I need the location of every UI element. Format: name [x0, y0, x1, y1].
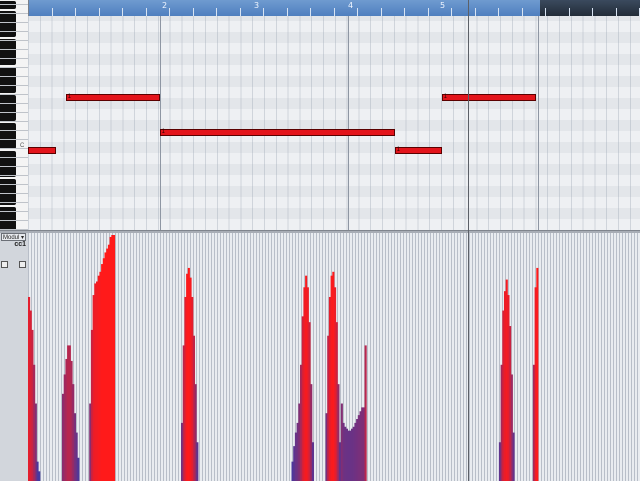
piano-key-separator — [0, 67, 28, 68]
bar-line — [348, 16, 349, 230]
ruler-tick — [263, 8, 264, 16]
controller-event[interactable] — [311, 442, 314, 481]
ruler-bar-number: 2 — [162, 1, 168, 10]
piano-key-separator — [0, 13, 28, 14]
controller-event[interactable] — [77, 457, 80, 481]
piano-key-separator — [0, 175, 28, 176]
piano-key-separator — [0, 76, 28, 77]
ruler-tick — [75, 8, 76, 16]
lane-button-icon[interactable] — [19, 261, 26, 268]
ruler-tick — [380, 8, 382, 16]
piano-key-separator — [0, 85, 28, 86]
piano-key-separator — [0, 202, 28, 203]
ruler-bar-number: 5 — [440, 1, 446, 10]
ruler-bar-number: 4 — [348, 1, 354, 10]
controller-event[interactable] — [364, 345, 367, 481]
piano-key-separator — [0, 184, 28, 185]
midi-note[interactable]: 1 — [441, 94, 536, 102]
ruler-tick — [615, 8, 617, 16]
controller-select[interactable]: Modul ▾ — [1, 233, 26, 241]
ruler-tick — [310, 8, 311, 16]
controller-lane-label: cc1 — [14, 241, 26, 248]
ruler-tick — [451, 8, 452, 16]
controller-event[interactable] — [536, 267, 539, 481]
key-editor: 2 3 4 5 C 1 1 1 1 Modul ▾ cc1 — [0, 0, 640, 481]
piano-black-key[interactable] — [0, 113, 16, 122]
ruler-tick — [51, 8, 53, 16]
bar-line — [538, 16, 539, 230]
piano-key-separator — [0, 193, 28, 194]
piano-key-separator — [0, 157, 28, 158]
ruler-tick — [169, 8, 170, 16]
piano-key-separator — [0, 130, 28, 131]
piano-black-key[interactable] — [0, 1, 16, 10]
ruler-tick — [498, 8, 499, 16]
piano-key-separator — [0, 40, 28, 41]
midi-note[interactable] — [28, 147, 57, 154]
piano-key-separator — [0, 121, 28, 122]
controller-event[interactable] — [512, 432, 515, 481]
ruler-end-region — [540, 0, 640, 16]
controller-lane-header: Modul ▾ cc1 — [0, 233, 29, 481]
controller-event[interactable] — [113, 235, 116, 481]
piano-key-separator — [0, 31, 28, 32]
piano-key-separator — [0, 220, 28, 221]
controller-curve — [28, 235, 539, 481]
ruler-tick — [286, 8, 288, 16]
ruler-tick — [239, 8, 241, 16]
ruler-tick — [145, 8, 147, 16]
ruler-tick — [333, 8, 335, 16]
note-velocity-label: 1 — [67, 94, 71, 101]
piano-keyboard[interactable]: C — [0, 0, 29, 230]
ruler-tick — [122, 8, 123, 16]
note-velocity-label: 1 — [396, 147, 400, 153]
piano-key-separator — [0, 166, 28, 167]
bar-line — [160, 16, 161, 230]
ruler-tick — [216, 8, 217, 16]
ruler-tick — [404, 8, 405, 16]
playhead-cursor[interactable] — [468, 0, 469, 481]
midi-note[interactable]: 1 — [394, 147, 442, 154]
lane-button-icon[interactable] — [1, 261, 8, 268]
piano-key-separator — [0, 4, 28, 5]
controller-lane[interactable] — [28, 233, 640, 481]
ruler-tick — [427, 8, 429, 16]
note-velocity-label: 1 — [443, 94, 447, 101]
piano-key-separator — [0, 112, 28, 113]
ruler-tick — [192, 8, 194, 16]
ruler-tick — [545, 8, 546, 16]
piano-key-separator — [0, 58, 28, 59]
piano-key-separator — [0, 148, 28, 149]
piano-key-separator — [0, 139, 28, 140]
piano-key-separator — [0, 211, 28, 212]
controller-event[interactable] — [38, 471, 41, 481]
timeline-ruler[interactable]: 2 3 4 5 — [28, 0, 640, 17]
ruler-bar-number: 3 — [254, 1, 260, 10]
note-grid[interactable]: 1 1 1 1 — [28, 16, 640, 230]
piano-key-separator — [0, 49, 28, 50]
chevron-down-icon: ▾ — [20, 235, 24, 241]
ruler-tick — [474, 8, 476, 16]
midi-note[interactable]: 1 — [65, 94, 160, 102]
ruler-tick — [98, 8, 100, 16]
note-velocity-label: 1 — [161, 129, 165, 136]
piano-key-separator — [0, 94, 28, 95]
piano-key-separator — [0, 22, 28, 23]
ruler-tick — [357, 8, 358, 16]
ruler-tick — [568, 8, 570, 16]
midi-note[interactable]: 1 — [159, 129, 395, 137]
piano-key-separator — [0, 103, 28, 104]
ruler-tick — [592, 8, 593, 16]
ruler-tick — [521, 8, 523, 16]
controller-event[interactable] — [196, 442, 199, 481]
piano-black-key[interactable] — [0, 85, 16, 94]
